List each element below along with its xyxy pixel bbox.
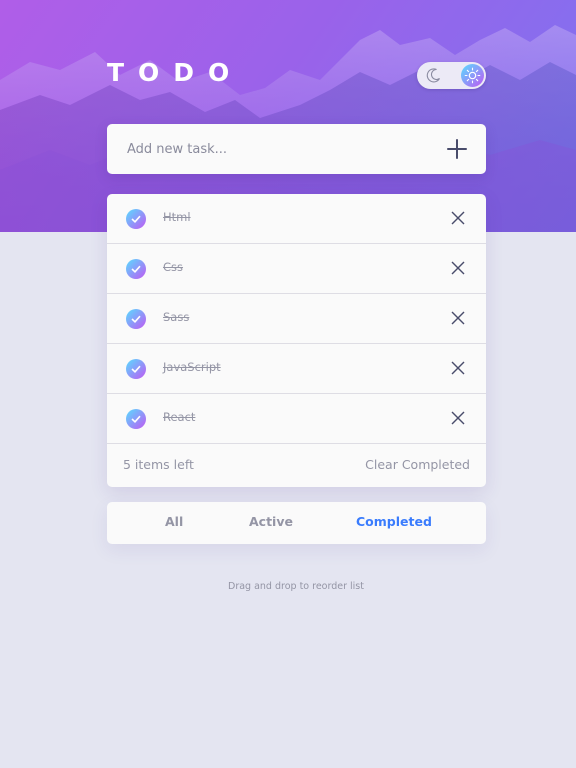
sun-icon[interactable] <box>461 64 484 87</box>
theme-toggle[interactable] <box>417 62 486 89</box>
plus-icon <box>447 139 467 159</box>
close-icon[interactable] <box>450 210 466 226</box>
filter-all[interactable]: All <box>165 514 183 529</box>
check-icon[interactable] <box>126 309 146 329</box>
check-icon[interactable] <box>126 259 146 279</box>
todo-label: Sass <box>163 310 190 324</box>
app-title: TODO <box>107 58 244 87</box>
todo-label: Css <box>163 260 184 274</box>
close-icon[interactable] <box>450 410 466 426</box>
todo-item[interactable]: Css <box>107 244 486 294</box>
new-task-bar <box>107 124 486 174</box>
filter-completed[interactable]: Completed <box>356 514 432 529</box>
list-footer: 5 items left Clear Completed <box>107 444 486 487</box>
moon-icon[interactable] <box>425 67 442 84</box>
close-icon[interactable] <box>450 360 466 376</box>
todo-label: React <box>163 410 196 424</box>
todo-item[interactable]: Sass <box>107 294 486 344</box>
items-left-count: 5 items left <box>123 457 194 472</box>
todo-item[interactable]: JavaScript <box>107 344 486 394</box>
todo-item[interactable]: React <box>107 394 486 444</box>
drag-drop-hint: Drag and drop to reorder list <box>228 581 364 592</box>
todo-list: Html Css Sass JavaScript React 5 items l… <box>107 194 486 487</box>
close-icon[interactable] <box>450 310 466 326</box>
new-task-input[interactable] <box>127 124 427 174</box>
filter-active[interactable]: Active <box>249 514 293 529</box>
add-task-button[interactable] <box>444 136 470 162</box>
check-icon[interactable] <box>126 409 146 429</box>
close-icon[interactable] <box>450 260 466 276</box>
check-icon[interactable] <box>126 359 146 379</box>
todo-item[interactable]: Html <box>107 194 486 244</box>
filter-bar: All Active Completed <box>107 502 486 544</box>
check-icon[interactable] <box>126 209 146 229</box>
clear-completed-button[interactable]: Clear Completed <box>365 457 470 472</box>
todo-label: JavaScript <box>163 360 221 374</box>
todo-label: Html <box>163 210 191 224</box>
